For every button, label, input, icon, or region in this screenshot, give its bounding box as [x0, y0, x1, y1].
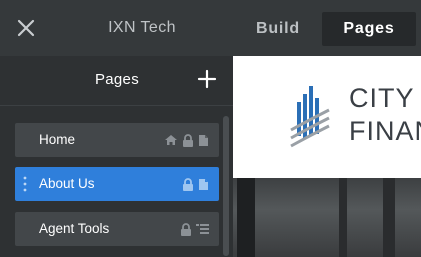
list-icon[interactable]: [196, 223, 209, 235]
tab-pages[interactable]: Pages: [322, 12, 416, 46]
add-page-button[interactable]: [197, 69, 217, 89]
logo-text: CITY C FINAN: [349, 82, 421, 148]
page-item-label: Home: [39, 132, 76, 147]
page-icon[interactable]: [198, 178, 209, 191]
page-item-home[interactable]: Home: [15, 123, 219, 157]
page-icon[interactable]: [198, 134, 209, 147]
sidebar-title: Pages: [94, 71, 140, 88]
close-icon: [17, 19, 35, 37]
site-title: IXN Tech: [108, 19, 176, 36]
logo-text-line-2: FINAN: [349, 116, 421, 146]
sidebar-scrollbar[interactable]: [223, 116, 229, 256]
site-preview[interactable]: CITY C FINAN: [233, 56, 421, 257]
preview-hero-image: [233, 178, 421, 257]
hero-pillar: [237, 178, 255, 257]
page-item-label: Agent Tools: [39, 221, 110, 236]
lock-icon[interactable]: [182, 133, 194, 147]
logo-text-line-1: CITY C: [349, 83, 421, 113]
page-item-label: About Us: [39, 176, 95, 191]
drag-handle-icon[interactable]: [23, 176, 27, 192]
hero-pillar: [339, 178, 347, 257]
hero-pillar: [383, 178, 395, 257]
page-item-icons: [182, 167, 209, 201]
preview-header: CITY C FINAN: [233, 56, 421, 178]
plus-icon: [197, 69, 217, 89]
lock-icon[interactable]: [182, 177, 194, 191]
page-item-agent-tools[interactable]: Agent Tools: [15, 212, 219, 246]
tab-build[interactable]: Build: [238, 12, 318, 46]
pages-sidebar: Pages Home About Us Agent Tools: [0, 56, 233, 257]
home-icon[interactable]: [164, 134, 178, 146]
page-item-icons: [180, 212, 209, 246]
page-item-icons: [164, 123, 209, 157]
sidebar-header: Pages: [0, 56, 233, 106]
close-button[interactable]: [14, 16, 38, 40]
page-item-about-us[interactable]: About Us: [15, 167, 219, 201]
lock-icon[interactable]: [180, 222, 192, 236]
top-bar: IXN Tech Build Pages: [0, 0, 421, 56]
city-logo-icon: [290, 86, 330, 148]
